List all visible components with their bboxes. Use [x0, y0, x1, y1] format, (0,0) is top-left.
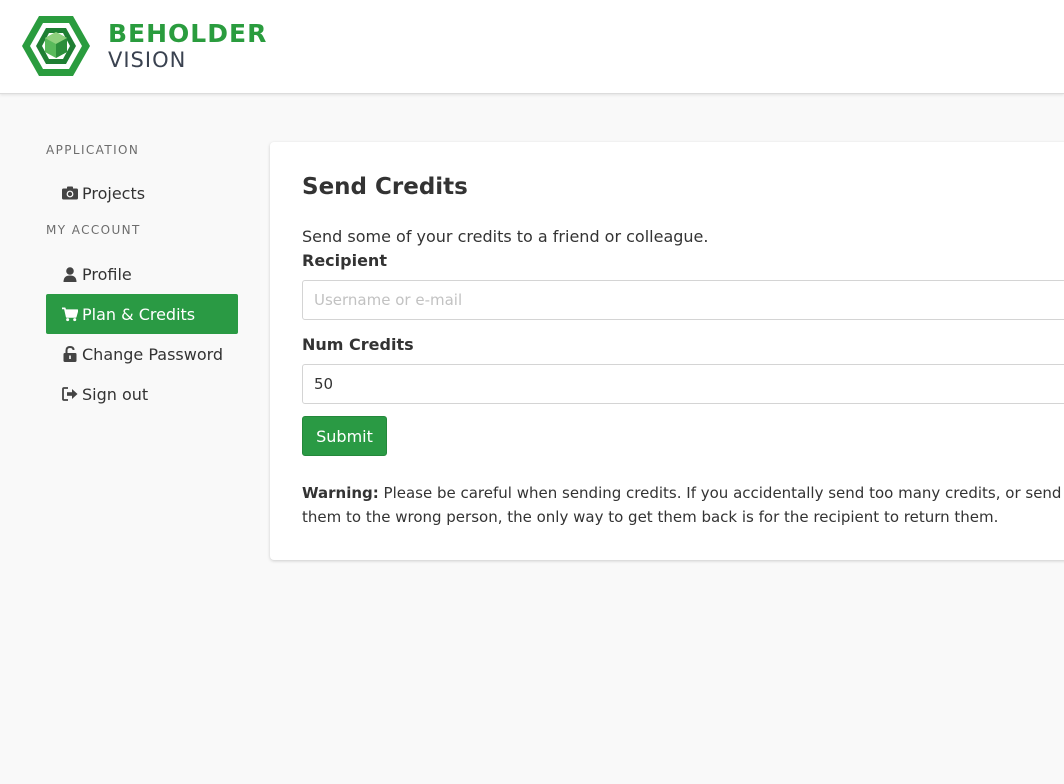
cart-icon	[62, 306, 78, 322]
warning-prefix: Warning:	[302, 484, 379, 502]
sidebar-item-label: Change Password	[82, 344, 224, 364]
sidebar-item-projects[interactable]: Projects	[46, 173, 238, 213]
sidebar-item-label: Plan & Credits	[82, 304, 196, 324]
sidebar-item-label: Sign out	[82, 384, 149, 404]
sidebar-heading-application: APPLICATION	[46, 143, 140, 157]
sidebar-item-sign-out[interactable]: Sign out	[46, 374, 238, 414]
card-description: Send some of your credits to a friend or…	[302, 227, 709, 246]
top-header: BEHOLDER VISION	[0, 0, 1064, 94]
submit-button[interactable]: Submit	[302, 416, 387, 456]
camera-icon	[62, 185, 78, 201]
brand-name-line2: VISION	[108, 48, 187, 72]
user-icon	[62, 266, 78, 282]
brand-name-line1: BEHOLDER	[108, 19, 268, 48]
sign-out-icon	[62, 386, 78, 402]
account-sidebar: APPLICATION Projects MY ACCOUNT Profile	[46, 142, 238, 414]
sidebar-item-label: Profile	[82, 264, 132, 284]
brand-logo[interactable]: BEHOLDER VISION	[22, 14, 267, 78]
sidebar-item-profile[interactable]: Profile	[46, 254, 238, 294]
hexagon-logo-icon	[22, 16, 90, 76]
recipient-input[interactable]	[302, 280, 1064, 320]
send-credits-card: Send Credits Send some of your credits t…	[270, 142, 1064, 560]
sidebar-item-plan-credits[interactable]: Plan & Credits	[46, 294, 238, 334]
num-credits-label: Num Credits	[302, 335, 414, 354]
sidebar-item-label: Projects	[82, 183, 146, 203]
sidebar-heading-my-account: MY ACCOUNT	[46, 223, 141, 237]
warning-message: Warning: Please be careful when sending …	[302, 481, 1064, 529]
warning-text: Please be careful when sending credits. …	[302, 484, 1062, 526]
unlock-icon	[62, 346, 78, 362]
sidebar-item-change-password[interactable]: Change Password	[46, 334, 238, 374]
page-title: Send Credits	[302, 174, 468, 200]
num-credits-input[interactable]	[302, 364, 1064, 404]
recipient-label: Recipient	[302, 251, 387, 270]
